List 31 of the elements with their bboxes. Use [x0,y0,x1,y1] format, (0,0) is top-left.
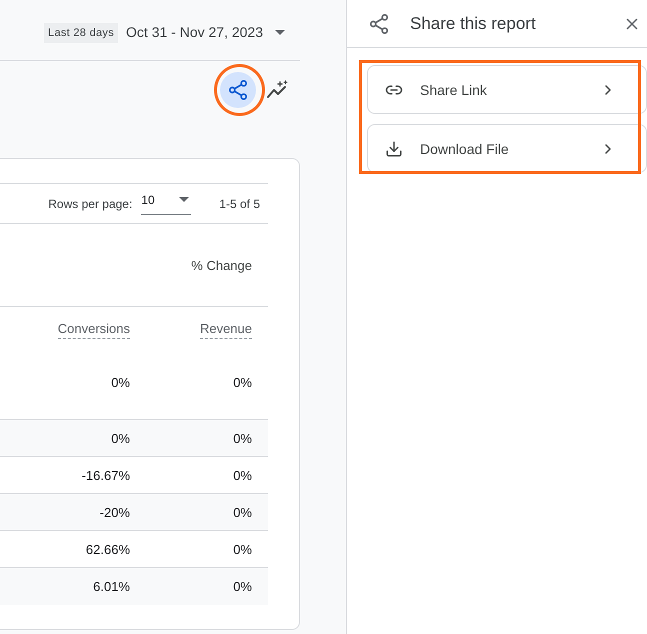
table-cell-text: 0% [232,578,253,596]
insights-button[interactable] [266,80,288,100]
column-header[interactable]: Conversions [58,321,130,339]
share-option-button[interactable]: Share Link [367,65,647,114]
share-icon [369,14,389,34]
date-range-dropdown[interactable]: Oct 31 - Nov 27, 2023 [126,22,285,42]
total-cell: 0% [233,375,252,390]
page-range-text: 1-5 of 5 [219,196,260,210]
panel-title: Share this report [410,14,536,34]
caret-icon [179,196,190,202]
table-cell-text: 0% [110,430,131,448]
table-cell-text: 62.66% [84,540,131,558]
table-cell-text: -20% [98,504,131,522]
share-button[interactable] [220,72,256,108]
share-icon [229,80,247,100]
column-group-header: % Change [191,258,252,272]
rows-per-page-label: Rows per page: [48,196,132,210]
share-option-button[interactable]: Download File [367,124,647,173]
total-cell: 0% [111,375,130,390]
table-cell-text: 0% [232,504,253,522]
table-cell-text: -16.67% [80,466,131,484]
rows-per-page-select[interactable]: 10 [141,192,192,214]
table-cell-text: 0% [232,466,253,484]
sparkle-trend-icon [266,80,288,100]
column-header[interactable]: Revenue [200,321,252,339]
table-cell-text: 0% [232,540,253,558]
caret-icon [275,30,285,34]
download-icon [385,140,403,158]
table-cell-text: 0% [232,430,253,448]
table-cell-text: 6.01% [92,578,131,596]
date-preset-badge: Last 28 days [44,23,118,43]
